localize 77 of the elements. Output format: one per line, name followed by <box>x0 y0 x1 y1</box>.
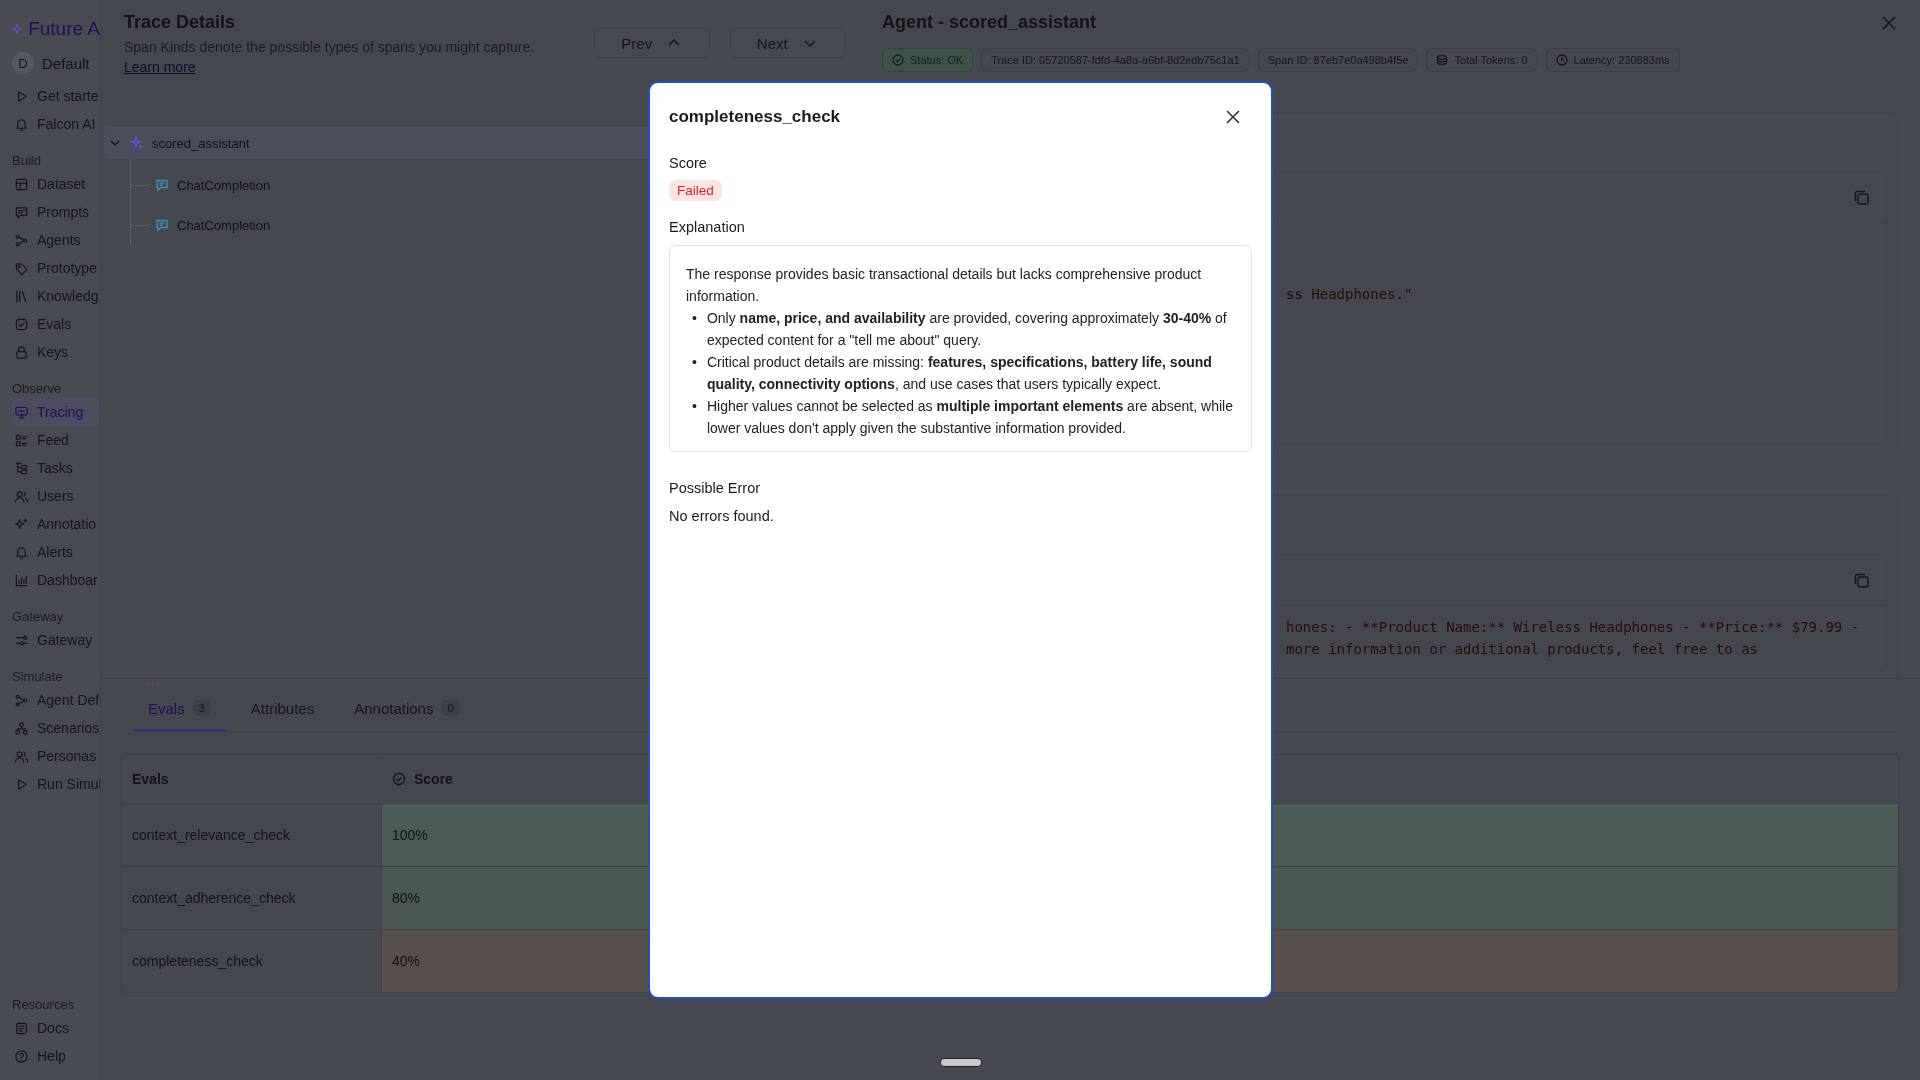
node-label: scored_assistant <box>152 135 250 151</box>
code-line: more information or additional products, feel free to as <box>1286 640 1759 659</box>
nodes-icon <box>14 232 29 248</box>
sidebar-item[interactable]: Agent Def <box>12 686 100 714</box>
chat-icon <box>155 178 169 192</box>
sidebar-item[interactable]: Falcon AI <box>12 110 100 138</box>
users-icon <box>14 488 29 504</box>
help-icon <box>14 1048 29 1064</box>
check-circle-icon <box>892 54 904 66</box>
sparkle-icon <box>130 136 144 150</box>
sidebar-item[interactable]: Personas <box>12 742 100 770</box>
monitor-icon <box>14 404 29 420</box>
workspace-name[interactable]: Default <box>42 54 90 72</box>
field-label: Score <box>669 155 708 171</box>
explanation-bullet: Critical product details are missing: features, specifications, battery life, sound quality, connectivity options, and use cases that users typically expect. <box>706 353 1213 394</box>
score-badge: Failed <box>669 180 722 201</box>
sidebar-item[interactable]: Keys <box>12 338 100 366</box>
bullet-mark: • <box>692 397 697 416</box>
sparkle-icon <box>14 516 29 532</box>
dialog-title: completeness_check <box>669 107 841 127</box>
books-icon <box>14 288 29 304</box>
explanation-bullet: Only name, price, and availability are provided, covering approximately 30-40% of expected content for a "tell me about" query. <box>706 309 1228 350</box>
sidebar-item[interactable]: Scenarios <box>12 714 100 742</box>
node-label: ChatCompletion <box>177 217 271 233</box>
table-icon <box>14 176 29 192</box>
check-icon <box>14 316 29 332</box>
document-icon <box>14 1020 29 1036</box>
checklist-icon <box>14 460 29 476</box>
tree-node[interactable]: ChatCompletion <box>131 165 431 205</box>
sidebar-item[interactable]: Dataset <box>12 170 100 198</box>
bullet-mark: • <box>692 309 697 328</box>
chat-icon <box>155 218 169 232</box>
bullet-mark: • <box>692 353 697 372</box>
sidebar-item[interactable]: Prototype <box>12 254 100 282</box>
check-circle-icon <box>392 772 406 786</box>
code-line: hones: - **Product Name:** Wireless Headphones - **Price:** $79.99 - <box>1286 618 1861 637</box>
hierarchy-icon <box>14 720 29 736</box>
sidebar-item[interactable]: Evals <box>12 310 100 338</box>
tag-icon <box>14 260 29 276</box>
brand-name: Future A <box>28 18 100 40</box>
sidebar-item[interactable]: Docs <box>12 1014 100 1042</box>
copy-icon[interactable] <box>1853 571 1870 589</box>
error-text: No errors found. <box>669 508 775 524</box>
bar-chart-icon <box>14 572 29 588</box>
drag-handle[interactable] <box>940 1058 982 1067</box>
code-line: ss Headphones." <box>1286 285 1414 304</box>
lock-icon <box>14 344 29 360</box>
field-label: Explanation <box>669 219 746 235</box>
sidebar-item[interactable]: Alerts <box>12 538 100 566</box>
sidebar-item[interactable]: Prompts <box>12 198 100 226</box>
copy-icon[interactable] <box>1853 188 1870 206</box>
learn-more-link[interactable]: Learn more <box>124 59 196 75</box>
workspace-avatar: D <box>12 52 34 74</box>
sidebar-item[interactable]: Tasks <box>12 454 100 482</box>
sidebar-item[interactable]: Tracing <box>12 398 100 426</box>
field-label: Possible Error <box>669 480 762 496</box>
explanation-text: The response provides basic transactional details but lacks comprehensive product information. <box>686 265 1203 306</box>
sidebar-item[interactable]: Knowledg <box>12 282 100 310</box>
users-icon <box>14 748 29 764</box>
clock-icon <box>1555 54 1568 66</box>
sidebar-item[interactable]: Dashboar <box>12 566 100 594</box>
list-icon <box>14 432 29 448</box>
nodes-icon <box>14 692 29 708</box>
chat-icon <box>14 204 29 220</box>
column-header: Evals <box>122 755 382 803</box>
tree-node[interactable]: ChatCompletion <box>131 205 431 245</box>
panel-title: Trace Details <box>124 12 237 33</box>
bell-icon <box>14 116 29 132</box>
sidebar-item[interactable]: Annotatio <box>12 510 100 538</box>
span-title: Agent - scored_assistant <box>882 12 1097 33</box>
close-icon[interactable] <box>1224 108 1242 126</box>
sidebar-item[interactable]: Agents <box>12 226 100 254</box>
coins-icon <box>1436 54 1449 66</box>
node-label: ChatCompletion <box>177 177 271 193</box>
explanation-bullet: Higher values cannot be selected as multiple important elements are absent, while lower values don't apply given the substantive information provided. <box>706 397 1234 438</box>
star-logo-icon <box>12 21 23 37</box>
bell-icon <box>14 544 29 560</box>
